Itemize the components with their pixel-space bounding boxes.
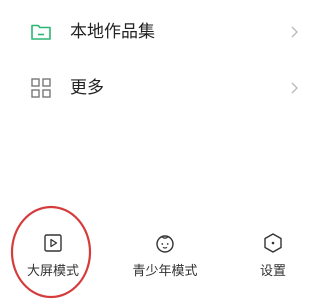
chevron-right-icon xyxy=(291,82,298,94)
chevron-right-icon xyxy=(291,26,298,38)
nav-big-screen-mode[interactable]: 大屏模式 xyxy=(14,226,92,288)
child-face-icon xyxy=(156,235,174,253)
play-screen-icon xyxy=(44,234,62,252)
bottom-nav: 大屏模式 青少年模式 设置 xyxy=(0,226,300,296)
menu-item-more[interactable]: 更多 xyxy=(0,60,300,116)
menu-item-label: 本地作品集 xyxy=(70,22,155,42)
app-screen: 本地作品集 更多 大屏模式 青少年模式 设置 xyxy=(0,0,300,304)
folder-icon xyxy=(31,24,51,40)
nav-label: 大屏模式 xyxy=(26,264,79,279)
nav-label: 设置 xyxy=(259,264,286,279)
hexagon-settings-icon xyxy=(264,233,282,253)
nav-settings[interactable]: 设置 xyxy=(246,226,300,288)
menu-item-label: 更多 xyxy=(70,78,104,98)
nav-label: 青少年模式 xyxy=(132,264,198,279)
grid-icon xyxy=(31,78,51,98)
menu-item-local-works[interactable]: 本地作品集 xyxy=(0,4,300,60)
nav-teen-mode[interactable]: 青少年模式 xyxy=(120,226,210,288)
